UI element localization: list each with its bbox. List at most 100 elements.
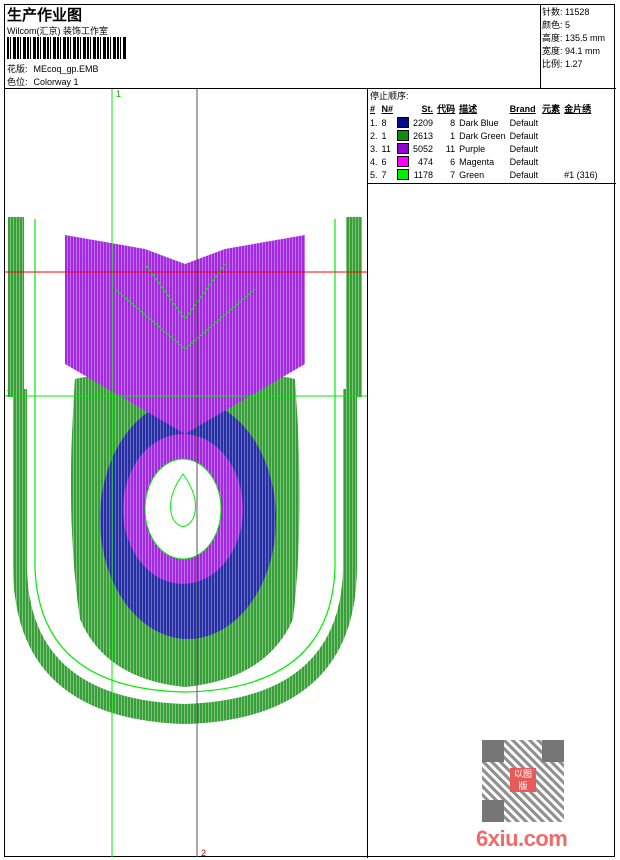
stat-value: 1.27: [565, 59, 583, 69]
column-header: 金片绣: [564, 104, 592, 114]
row-index: 4.: [370, 156, 378, 167]
sequin: [562, 116, 600, 129]
column-header: N#: [381, 103, 394, 114]
stat-value: 11528: [565, 7, 590, 17]
stat-label: 比例:: [542, 59, 563, 69]
needle-number: 1: [381, 130, 387, 141]
embroidery-preview: [5, 89, 367, 857]
company-name: Wilcom(汇京) 装饰工作室: [7, 26, 108, 36]
info-box-divider: [540, 4, 541, 88]
table-row[interactable]: 5. 7 1178 7 Green Default #1 (316): [368, 168, 600, 181]
stat-stitches: 针数: 11528: [542, 6, 605, 19]
watermark: 6xiu.com: [476, 826, 568, 851]
axis-label-bottom: 2: [201, 848, 207, 858]
table-row[interactable]: 2. 1 2613 1 Dark Green Default: [368, 129, 600, 142]
color-description: Purple: [459, 143, 486, 154]
element: [540, 129, 562, 142]
stat-colors: 颜色: 5: [542, 19, 605, 32]
color-description: Dark Green: [459, 130, 506, 141]
color-description: Magenta: [459, 156, 495, 167]
brand: Default: [509, 169, 539, 180]
element: [540, 155, 562, 168]
left-border-stitch: [8, 217, 24, 397]
stitch-count: 1178: [413, 169, 434, 180]
brand: Default: [509, 156, 539, 167]
design-file: 花版: MEcoq_gp.EMB: [7, 62, 105, 75]
brand: Default: [509, 117, 539, 128]
stat-value: 5: [565, 20, 571, 30]
colorway-value: Colorway 1: [33, 77, 79, 87]
stat-label: 宽度:: [542, 46, 563, 56]
color-swatch-cell: [395, 155, 411, 168]
panel-divider: [367, 88, 368, 858]
color-swatch-cell: [395, 129, 411, 142]
stat-label: 高度:: [542, 33, 563, 43]
element: [540, 116, 562, 129]
row-index: 2.: [370, 130, 378, 141]
column-header: 代码: [437, 104, 456, 114]
table-row[interactable]: 1. 8 2209 8 Dark Blue Default: [368, 116, 600, 129]
column-header: 描述: [459, 104, 478, 114]
design-stats: 针数: 11528 颜色: 5 高度: 135.5 mm 宽度: 94.1 mm…: [542, 6, 605, 71]
needle-number: 8: [381, 117, 387, 128]
stat-height: 高度: 135.5 mm: [542, 32, 605, 45]
color-description: Green: [459, 169, 485, 180]
element: [540, 168, 562, 181]
color-swatch: [397, 117, 410, 129]
stat-scale: 比例: 1.27: [542, 58, 605, 71]
sequin: #1 (316): [564, 169, 598, 180]
design-label: 花版:: [7, 64, 28, 74]
colorway-label: 色位:: [7, 77, 28, 87]
color-swatch: [397, 143, 410, 155]
stat-value: 135.5 mm: [565, 33, 606, 43]
column-header: #: [370, 103, 376, 114]
color-code: 6: [450, 156, 456, 167]
sequin: [562, 129, 600, 142]
color-code: 7: [450, 169, 456, 180]
color-swatch: [397, 169, 410, 181]
colorway: 色位: Colorway 1: [7, 75, 85, 88]
sequin: [562, 142, 600, 155]
needle-number: 11: [381, 143, 391, 154]
color-swatch: [397, 130, 410, 142]
stitch-count: 5052: [413, 143, 434, 154]
stat-value: 94.1 mm: [565, 46, 601, 56]
column-header: 元素: [542, 104, 561, 114]
color-swatch-cell: [395, 142, 411, 155]
brand: Default: [509, 143, 539, 154]
brand: Default: [509, 130, 539, 141]
stitch-count: 474: [418, 156, 434, 167]
row-index: 1.: [370, 117, 378, 128]
right-border-stitch: [346, 217, 362, 397]
table-divider: [367, 183, 616, 184]
stat-label: 颜色:: [542, 20, 563, 30]
column-header: Brand: [509, 103, 536, 114]
row-index: 5.: [370, 169, 378, 180]
qr-stamp-logo: 以图版: [510, 768, 536, 792]
stitch-count: 2209: [413, 117, 434, 128]
page-title: 生产作业图: [7, 7, 83, 24]
color-code: 11: [445, 143, 456, 154]
color-swatch-cell: [395, 168, 411, 181]
column-header: St.: [421, 103, 434, 114]
color-swatch: [397, 156, 410, 168]
sequin: [562, 155, 600, 168]
design-value: MEcoq_gp.EMB: [33, 64, 99, 74]
table-row[interactable]: 3. 11 5052 11 Purple Default: [368, 142, 600, 155]
needle-number: 6: [381, 156, 387, 167]
element: [540, 142, 562, 155]
color-code: 1: [450, 130, 456, 141]
color-swatch-cell: [395, 116, 411, 129]
stop-sequence-table: # N# St. 代码 描述 Brand 元素 金片绣 1. 8 2209 8 Dark Blue De…: [368, 101, 600, 181]
stat-label: 针数:: [542, 7, 563, 17]
stat-width: 宽度: 94.1 mm: [542, 45, 605, 58]
color-description: Dark Blue: [459, 117, 499, 128]
needle-number: 7: [381, 169, 387, 180]
axis-label-left: 1: [6, 388, 12, 398]
row-index: 3.: [370, 143, 378, 154]
barcode: [7, 37, 127, 59]
stitch-count: 2613: [413, 130, 434, 141]
table-row[interactable]: 4. 6 474 6 Magenta Default: [368, 155, 600, 168]
axis-label-top: 1: [116, 89, 122, 99]
color-code: 8: [450, 117, 456, 128]
